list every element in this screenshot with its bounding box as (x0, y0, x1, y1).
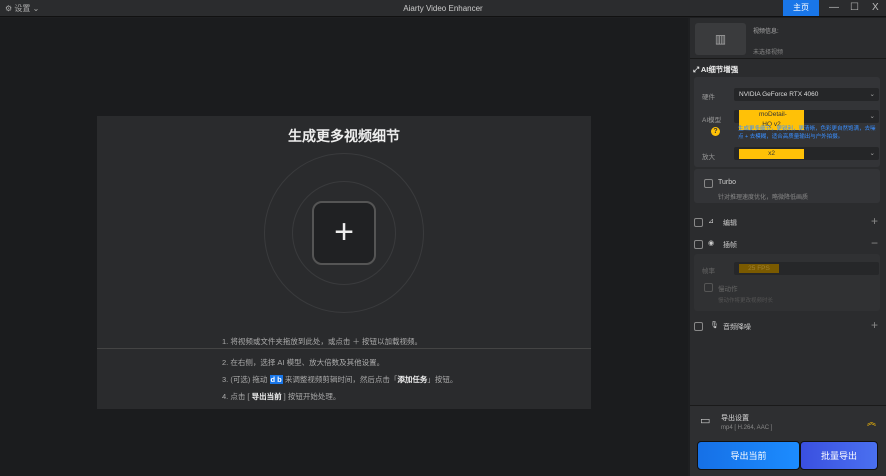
fps-select[interactable]: 25 FPS (734, 262, 879, 275)
chevron-down-icon: ⌄ (869, 91, 875, 98)
step-3-text: 3. (可选) 拖动 (222, 375, 268, 384)
drop-zone[interactable]: 生成更多视频细节 + 1. 将视频或文件夹拖放到此处，或点击 ＋ 按钮以加载视频… (97, 116, 591, 409)
expand-icon[interactable]: + (871, 318, 878, 332)
audio-label: 音频降噪 (723, 324, 751, 331)
interpolation-row[interactable]: ◉ 插帧 − (690, 236, 886, 252)
model-label: AI模型 (702, 117, 722, 124)
step-3-text: 」按钮。 (427, 375, 458, 384)
edit-label: 编辑 (723, 220, 737, 227)
eye-icon: ◉ (708, 240, 715, 247)
divider (97, 348, 591, 349)
fps-value: 25 FPS (739, 264, 779, 273)
home-button[interactable]: 主页 (783, 0, 819, 16)
audio-checkbox[interactable] (694, 322, 703, 331)
slowmo-label: 慢动作 (718, 286, 738, 293)
chevron-down-icon: ⌄ (869, 150, 875, 157)
hardware-label: 硬件 (702, 94, 715, 101)
export-current-button[interactable]: 导出当前 (697, 441, 800, 470)
no-video-label: 未选择视频 (753, 50, 784, 56)
interpolation-checkbox[interactable] (694, 240, 703, 249)
interpolation-panel: 帧率 25 FPS 慢动作 慢动作将更改视频时长 (694, 254, 880, 311)
monitor-gear-icon: ▭ (700, 415, 711, 427)
model-select[interactable]: moDetail-HQ v2 ⌄ (734, 110, 879, 130)
title-bar: ⚙ 设置 ⌄ Aiarty Video Enhancer 主页 — ☐ X (0, 0, 886, 17)
step-4-highlight: 导出当前 (251, 392, 282, 401)
batch-export-button[interactable]: 批量导出 (800, 441, 878, 470)
app-title: Aiarty Video Enhancer (403, 4, 483, 13)
step-4-text: ] 按钮开始处理。 (281, 392, 341, 401)
ai-section-header: ⤢ AI细节增强 (693, 64, 738, 75)
close-button[interactable]: X (872, 2, 879, 13)
model-description: 生成更多细节，更锐利，更清晰，色彩更自然饱满，去噪点 + 去模糊，适合高质量输出… (738, 126, 876, 140)
settings-sidebar: ▥ 视频信息: 未选择视频 ⤢ AI细节增强 硬件 NVIDIA GeForce… (690, 18, 886, 476)
export-format: mp4 [ H.264, AAC ] (721, 425, 773, 431)
scale-select[interactable]: x2 ⌄ (734, 147, 879, 160)
scale-value: x2 (739, 149, 804, 159)
chevrons-up-icon[interactable]: ︽ (867, 415, 876, 428)
step-1: 1. 将视频或文件夹拖放到此处，或点击 ＋ 按钮以加载视频。 (222, 337, 423, 346)
step-2: 2. 在右侧，选择 AI 模型、放大倍数及其他设置。 (222, 358, 385, 367)
edit-checkbox[interactable] (694, 218, 703, 227)
maximize-button[interactable]: ☐ (850, 2, 859, 13)
fps-label: 帧率 (702, 268, 715, 275)
step-4-text: 4. 点击 [ (222, 392, 252, 401)
slowmo-description: 慢动作将更改视频时长 (718, 298, 774, 304)
chevron-down-icon: ⌄ (869, 113, 875, 120)
interpolation-label: 插帧 (723, 242, 737, 249)
audio-row[interactable]: 🎙 音频降噪 + (690, 318, 886, 334)
film-icon: ▥ (695, 23, 746, 55)
step-3-text: 来调整视频剪辑时间，然后点击「 (284, 375, 398, 384)
page-title: 生成更多视频细节 (288, 128, 400, 144)
collapse-icon[interactable]: − (871, 236, 878, 250)
plus-icon: + (334, 213, 354, 251)
divider (690, 58, 886, 59)
step-3-highlight: 添加任务 (397, 375, 428, 384)
hardware-select[interactable]: NVIDIA GeForce RTX 4060 ⌄ (734, 88, 879, 101)
trim-icon: d b (269, 375, 283, 384)
turbo-description: 针对推理速度优化，略微降低画质 (718, 195, 809, 201)
ai-settings-panel: 硬件 NVIDIA GeForce RTX 4060 ⌄ AI模型 moDetai… (694, 77, 880, 167)
scale-label: 放大 (702, 154, 715, 161)
step-3: 3. (可选) 拖动 d b 来调整视频剪辑时间，然后点击「添加任务」按钮。 (222, 374, 457, 385)
ai-section-label: AI细节增强 (700, 65, 739, 74)
microphone-icon: 🎙 (710, 322, 719, 329)
add-video-button[interactable]: + (312, 201, 376, 265)
expand-icon[interactable]: + (871, 214, 878, 228)
step-4: 4. 点击 [ 导出当前 ] 按钮开始处理。 (222, 391, 340, 402)
video-info-label: 视频信息: (753, 29, 779, 35)
main-area: 生成更多视频细节 + 1. 将视频或文件夹拖放到此处，或点击 ＋ 按钮以加载视频… (0, 18, 688, 476)
slowmo-checkbox[interactable] (704, 283, 713, 292)
export-settings-title: 导出设置 (721, 415, 749, 422)
turbo-checkbox[interactable] (704, 179, 713, 188)
help-icon[interactable]: ? (711, 127, 720, 136)
minimize-button[interactable]: — (829, 2, 839, 13)
hardware-value: NVIDIA GeForce RTX 4060 (739, 91, 819, 98)
enhance-icon: ⤢ (693, 65, 701, 74)
edit-icon: ⊿ (708, 218, 714, 225)
turbo-panel: Turbo 针对推理速度优化，略微降低画质 (694, 169, 880, 203)
turbo-label: Turbo (718, 179, 737, 186)
edit-row[interactable]: ⊿ 编辑 + (690, 214, 886, 230)
